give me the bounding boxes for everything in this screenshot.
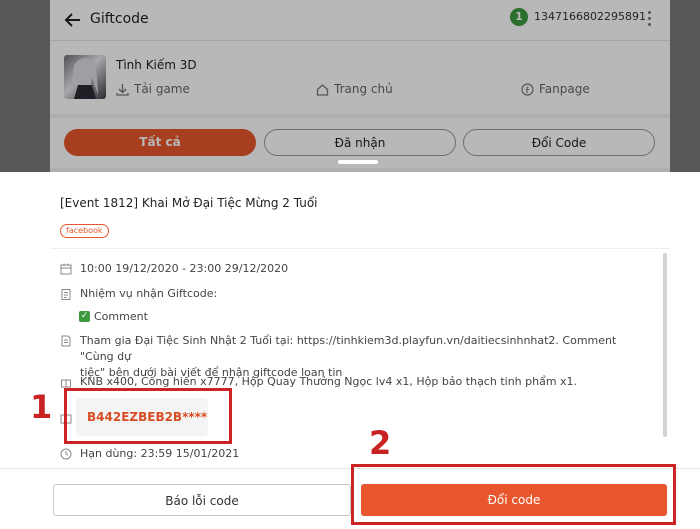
calendar-icon — [60, 263, 72, 275]
platform-tag: facebook — [60, 224, 109, 238]
clipboard-icon — [61, 289, 71, 300]
gift-icon — [61, 379, 71, 388]
check-icon: ✓ — [79, 311, 90, 322]
clock-icon — [60, 448, 72, 460]
annotation-box-2 — [351, 464, 676, 525]
modal-overlay[interactable] — [0, 0, 700, 172]
mission-item: Comment — [94, 310, 148, 323]
description-line-1: Tham gia Đại Tiệc Sinh Nhật 2 Tuổi tại: … — [80, 334, 617, 363]
report-code-button[interactable]: Báo lỗi code — [53, 484, 351, 516]
document-icon — [61, 335, 71, 347]
event-time: 10:00 19/12/2020 - 23:00 29/12/2020 — [80, 262, 289, 275]
mission-label: Nhiệm vụ nhận Giftcode: — [80, 287, 218, 300]
sheet-drag-handle[interactable] — [338, 160, 378, 164]
expiry-date: Hạn dùng: 23:59 15/01/2021 — [80, 447, 240, 460]
scrollbar[interactable] — [663, 253, 667, 437]
annotation-number-2: 2 — [369, 424, 392, 462]
annotation-number-1: 1 — [30, 388, 53, 426]
annotation-box-1 — [64, 388, 232, 444]
event-title: [Event 1812] Khai Mở Đại Tiệc Mừng 2 Tuổ… — [60, 196, 318, 210]
